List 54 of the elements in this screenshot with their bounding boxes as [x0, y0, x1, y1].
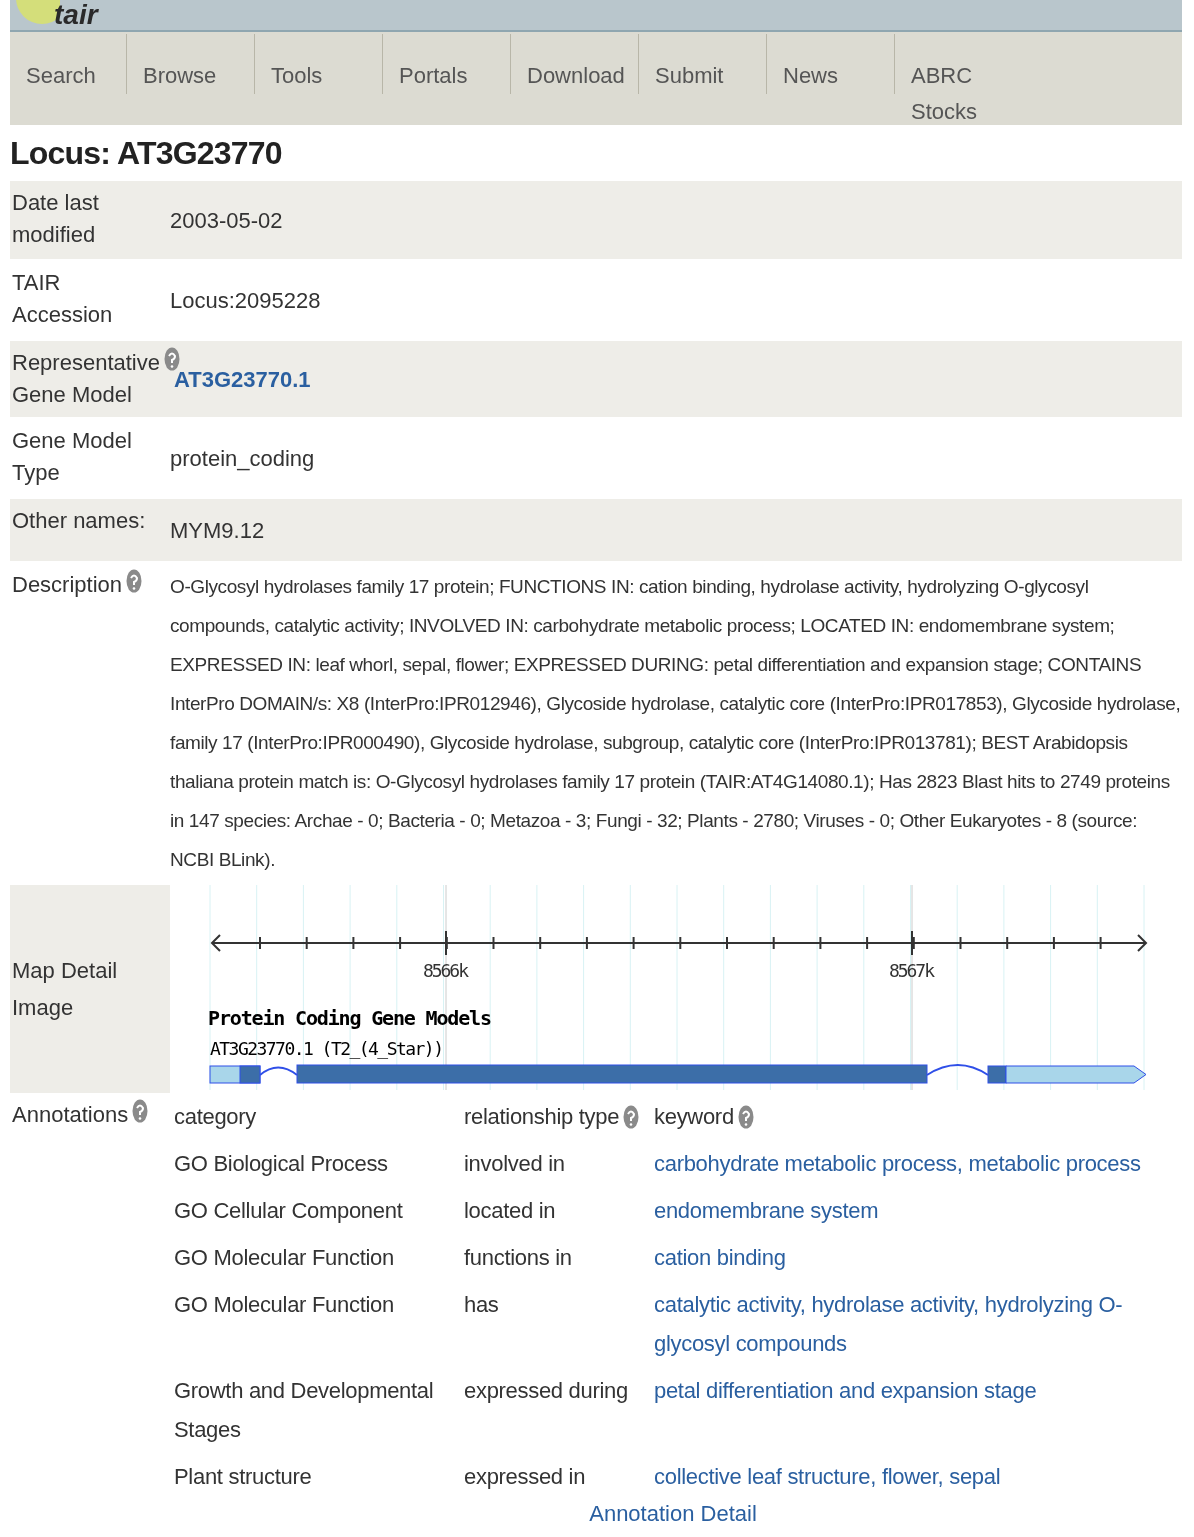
field-value: 2003-05-02	[170, 206, 283, 235]
field-label: Representative Gene Model	[12, 349, 160, 409]
field-value: protein_coding	[170, 444, 315, 473]
keyword-link[interactable]: carbohydrate metabolic process, metabolic process	[654, 1144, 1182, 1183]
help-icon[interactable]	[132, 1099, 149, 1123]
field-label: Description	[12, 571, 123, 599]
nav-link[interactable]: Download	[527, 58, 625, 94]
description-text: O-Glycosyl hydrolases family 17 protein; FUNCTIONS IN: cation binding, hydrolase activity, hydrolyzing O-glycosyl compounds, catalytic activity; INVOLVED IN: carbohydrate metabolic process; LOCATED IN: endomembrane system; EXPRESSED IN: leaf whorl, sepal, flower; EXPRESSED DURING: petal differentiation and expansion stage; CONTAINS InterPro DOMAIN/s: X8 (InterPro:IPR012946), Glycoside hydrolase, catalytic core (InterPro:IPR017853), Glycoside hydrolase, family 17 (InterPro:IPR000490), Glycoside hydrolase, subgroup, catalytic core (InterPro:IPR013781); BEST Arabidopsis thaliana protein match is: O-Glycosyl hydrolases family 17 protein (TAIR:AT4G14080.1); Has 2823 Blast hits to 2749 proteins in 147 species: Archae - 0; Bacteria - 0; Metazoa - 3; Fungi - 32; Plants - 2780; Viruses - 0; Other Eukaryotes - 8 (source: NCBI BLink).	[170, 575, 1182, 872]
axis-tick-label: 8566k	[423, 960, 469, 981]
gene-model-link[interactable]: AT3G23770.1	[174, 362, 311, 396]
keyword-link[interactable]: petal differentiation and expansion stage	[654, 1371, 1182, 1449]
column-header: keyword	[654, 1103, 734, 1131]
table-cell-text: has	[464, 1291, 500, 1319]
logo[interactable]: tair	[54, 0, 98, 30]
table-cell-text: Growth and Developmental Stages	[174, 1377, 435, 1444]
field-label: Map Detail Image	[12, 957, 119, 1022]
field-label: Annotations	[12, 1101, 129, 1129]
help-icon[interactable]	[164, 347, 180, 371]
nav-link[interactable]: Search	[26, 58, 96, 94]
gene-label[interactable]: AT3G23770.1 (T2_(4_Star))	[210, 1038, 444, 1059]
field-label: TAIR Accession	[12, 269, 114, 329]
field-value: Locus:2095228	[170, 286, 321, 315]
keyword-link[interactable]: collective leaf structure, flower, sepal	[654, 1457, 1182, 1496]
help-icon[interactable]	[623, 1104, 640, 1129]
keyword-link[interactable]: cation binding	[654, 1238, 1182, 1277]
annotation-detail-link[interactable]: Annotation Detail	[589, 1498, 757, 1530]
help-icon[interactable]	[737, 1104, 754, 1129]
table-cell-text: involved in	[464, 1150, 566, 1178]
nav-link[interactable]: News	[783, 58, 838, 94]
help-icon[interactable]	[126, 569, 143, 593]
column-header: relationship type	[464, 1103, 620, 1131]
nav-link[interactable]: ABRC Stocks	[911, 58, 1015, 130]
nav-link[interactable]: Submit	[655, 58, 724, 94]
page-title: Locus: AT3G23770	[10, 134, 283, 173]
nav-link[interactable]: Tools	[271, 58, 323, 94]
table-cell-text: GO Molecular Function	[174, 1244, 395, 1272]
track-title: Protein Coding Gene Models	[208, 1006, 492, 1030]
field-label: Gene Model Type	[12, 427, 133, 487]
table-cell-text: Plant structure	[174, 1463, 313, 1491]
table-cell-text: functions in	[464, 1244, 573, 1272]
field-label: Date last modified	[12, 189, 100, 249]
nav-link[interactable]: Browse	[143, 58, 217, 94]
table-cell-text: located in	[464, 1197, 557, 1225]
table-cell-text: expressed in	[464, 1463, 587, 1491]
keyword-link[interactable]: endomembrane system	[654, 1191, 1182, 1230]
field-value: MYM9.12	[170, 516, 265, 545]
table-cell-text: GO Biological Process	[174, 1150, 389, 1178]
nav-link[interactable]: Portals	[399, 58, 468, 94]
table-cell-text: GO Molecular Function	[174, 1291, 395, 1319]
column-header: category	[174, 1103, 256, 1131]
axis-tick-label: 8567k	[889, 960, 935, 981]
field-label: Other names:	[12, 507, 146, 535]
table-cell-text: GO Cellular Component	[174, 1197, 404, 1225]
table-cell-text: expressed during	[464, 1377, 629, 1405]
